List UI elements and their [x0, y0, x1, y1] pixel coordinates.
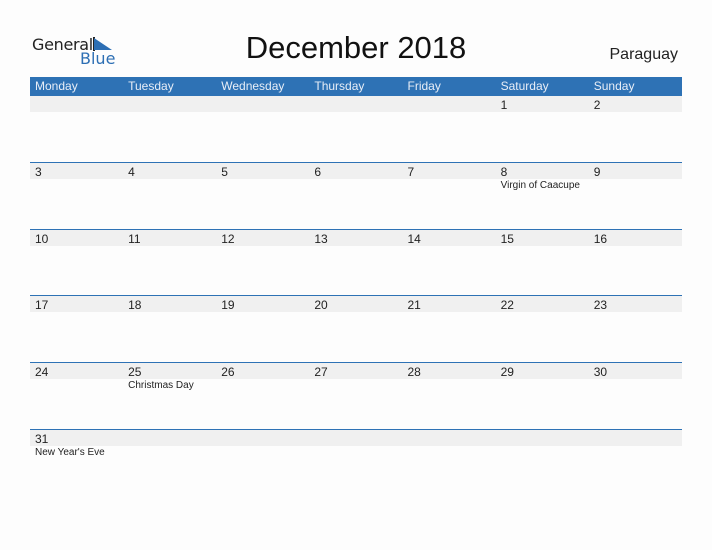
day-number: 20 [314, 298, 328, 313]
weekday-header: Monday Tuesday Wednesday Thursday Friday Satu… [30, 77, 682, 96]
day-cell[interactable] [216, 96, 309, 112]
date-band: 17 18 19 20 21 22 23 [30, 296, 682, 313]
week-row: 17 18 19 20 21 22 23 [30, 295, 682, 362]
weekday-saturday: Saturday [500, 79, 549, 93]
day-number: 13 [314, 231, 328, 246]
weekday-tuesday: Tuesday [128, 79, 174, 93]
day-number: 8 [500, 165, 508, 179]
day-number: 3 [35, 165, 42, 179]
day-cell[interactable] [123, 430, 216, 446]
day-number: 2 [593, 98, 601, 112]
day-cell[interactable]: 2 [589, 96, 682, 112]
day-number: 22 [500, 298, 514, 313]
day-number: 29 [500, 365, 514, 380]
day-cell[interactable]: 9 [589, 163, 682, 179]
day-cell[interactable]: 3 [30, 163, 123, 179]
holiday-label: Virgin of Caacupe [500, 180, 580, 191]
day-cell[interactable] [403, 96, 496, 112]
day-cell[interactable]: 22 [496, 296, 589, 312]
day-number: 5 [221, 165, 228, 179]
day-number: 26 [221, 365, 235, 380]
day-cell[interactable]: 12 [216, 230, 309, 246]
date-band: 3 4 5 6 7 8 Virgin of Caacupe 9 [30, 163, 682, 191]
week-row: 12 [30, 96, 682, 162]
day-cell[interactable]: 6 [309, 163, 402, 179]
day-number: 16 [593, 231, 608, 246]
week-row: 10 11 12 13 14 15 16 [30, 228, 682, 296]
weekday-sunday: Sunday [593, 79, 635, 93]
day-cell[interactable]: 21 [403, 296, 496, 312]
day-cell[interactable]: 10 [30, 230, 123, 246]
day-cell[interactable]: 4 [123, 163, 216, 179]
day-number: 25 [128, 365, 142, 380]
weekday-friday: Friday [407, 79, 441, 93]
day-cell[interactable]: 26 [216, 363, 309, 379]
weekday-thursday: Thursday [314, 79, 365, 93]
day-number: 28 [407, 365, 421, 380]
day-cell[interactable] [403, 430, 496, 446]
day-cell[interactable] [30, 96, 123, 112]
day-cell[interactable]: 24 [30, 363, 123, 379]
day-number: 27 [314, 365, 328, 380]
day-cell[interactable] [123, 96, 216, 112]
day-cell[interactable] [309, 96, 402, 112]
day-number: 30 [593, 365, 608, 380]
day-cell[interactable]: 31 New Year's Eve [30, 430, 123, 458]
date-band: 10 11 12 13 14 15 16 [30, 229, 682, 246]
day-number: 21 [407, 298, 421, 313]
day-cell[interactable]: 19 [216, 296, 309, 312]
day-number: 10 [35, 231, 49, 246]
day-number: 1 [500, 98, 508, 112]
day-number: 4 [128, 165, 135, 179]
day-cell[interactable]: 30 [589, 363, 682, 379]
day-cell[interactable]: 18 [123, 296, 216, 312]
day-cell[interactable]: 20 [309, 296, 402, 312]
day-number: 12 [221, 231, 235, 246]
day-cell[interactable] [216, 430, 309, 446]
day-cell[interactable]: 8 Virgin of Caacupe [496, 163, 589, 191]
country-label: Paraguay [609, 46, 679, 63]
day-number: 19 [221, 298, 235, 313]
day-cell[interactable]: 23 [589, 296, 682, 312]
day-number: 11 [128, 231, 141, 246]
day-cell[interactable] [309, 430, 402, 446]
day-cell[interactable]: 17 [30, 296, 123, 312]
day-cell[interactable]: 27 [309, 363, 402, 379]
day-number: 18 [128, 298, 142, 313]
page-title: December 2018 [245, 30, 467, 65]
day-number: 14 [407, 231, 421, 246]
week-row: 31 New Year's Eve [30, 428, 682, 496]
calendar-grid: Monday Tuesday Wednesday Thursday Friday Satu… [30, 77, 682, 495]
holiday-label: New Year's Eve [35, 446, 105, 458]
day-number: 24 [35, 365, 49, 380]
date-band: 12 [30, 96, 682, 112]
day-cell[interactable]: 28 [403, 363, 496, 379]
day-number: 23 [593, 298, 608, 313]
holiday-label: Christmas Day [128, 380, 194, 392]
weekday-wednesday: Wednesday [221, 79, 285, 93]
day-number: 9 [593, 165, 601, 179]
day-number: 31 [35, 431, 49, 446]
day-cell[interactable]: 13 [309, 230, 402, 246]
day-number: 15 [500, 231, 514, 246]
day-cell[interactable]: 25 Christmas Day [123, 363, 216, 391]
day-cell[interactable] [589, 430, 682, 446]
day-number: 7 [407, 165, 415, 179]
day-number: 17 [35, 298, 49, 313]
day-cell[interactable] [496, 430, 589, 446]
date-band: 31 New Year's Eve [30, 429, 682, 458]
day-cell[interactable]: 5 [216, 163, 309, 179]
day-cell[interactable]: 15 [496, 230, 589, 246]
weekday-monday: Monday [35, 79, 78, 93]
day-number: 6 [314, 165, 322, 179]
day-cell[interactable]: 11 [123, 230, 216, 246]
day-cell[interactable]: 1 [496, 96, 589, 112]
day-cell[interactable]: 16 [589, 230, 682, 246]
day-cell[interactable]: 7 [403, 163, 496, 179]
week-row: 3 4 5 6 7 8 Virgin of Caacupe 9 [30, 162, 682, 229]
day-cell[interactable]: 29 [496, 363, 589, 379]
week-row: 24 25 Christmas Day 26 27 28 29 30 [30, 362, 682, 429]
date-band: 24 25 Christmas Day 26 27 28 29 30 [30, 363, 682, 391]
day-cell[interactable]: 14 [403, 230, 496, 246]
